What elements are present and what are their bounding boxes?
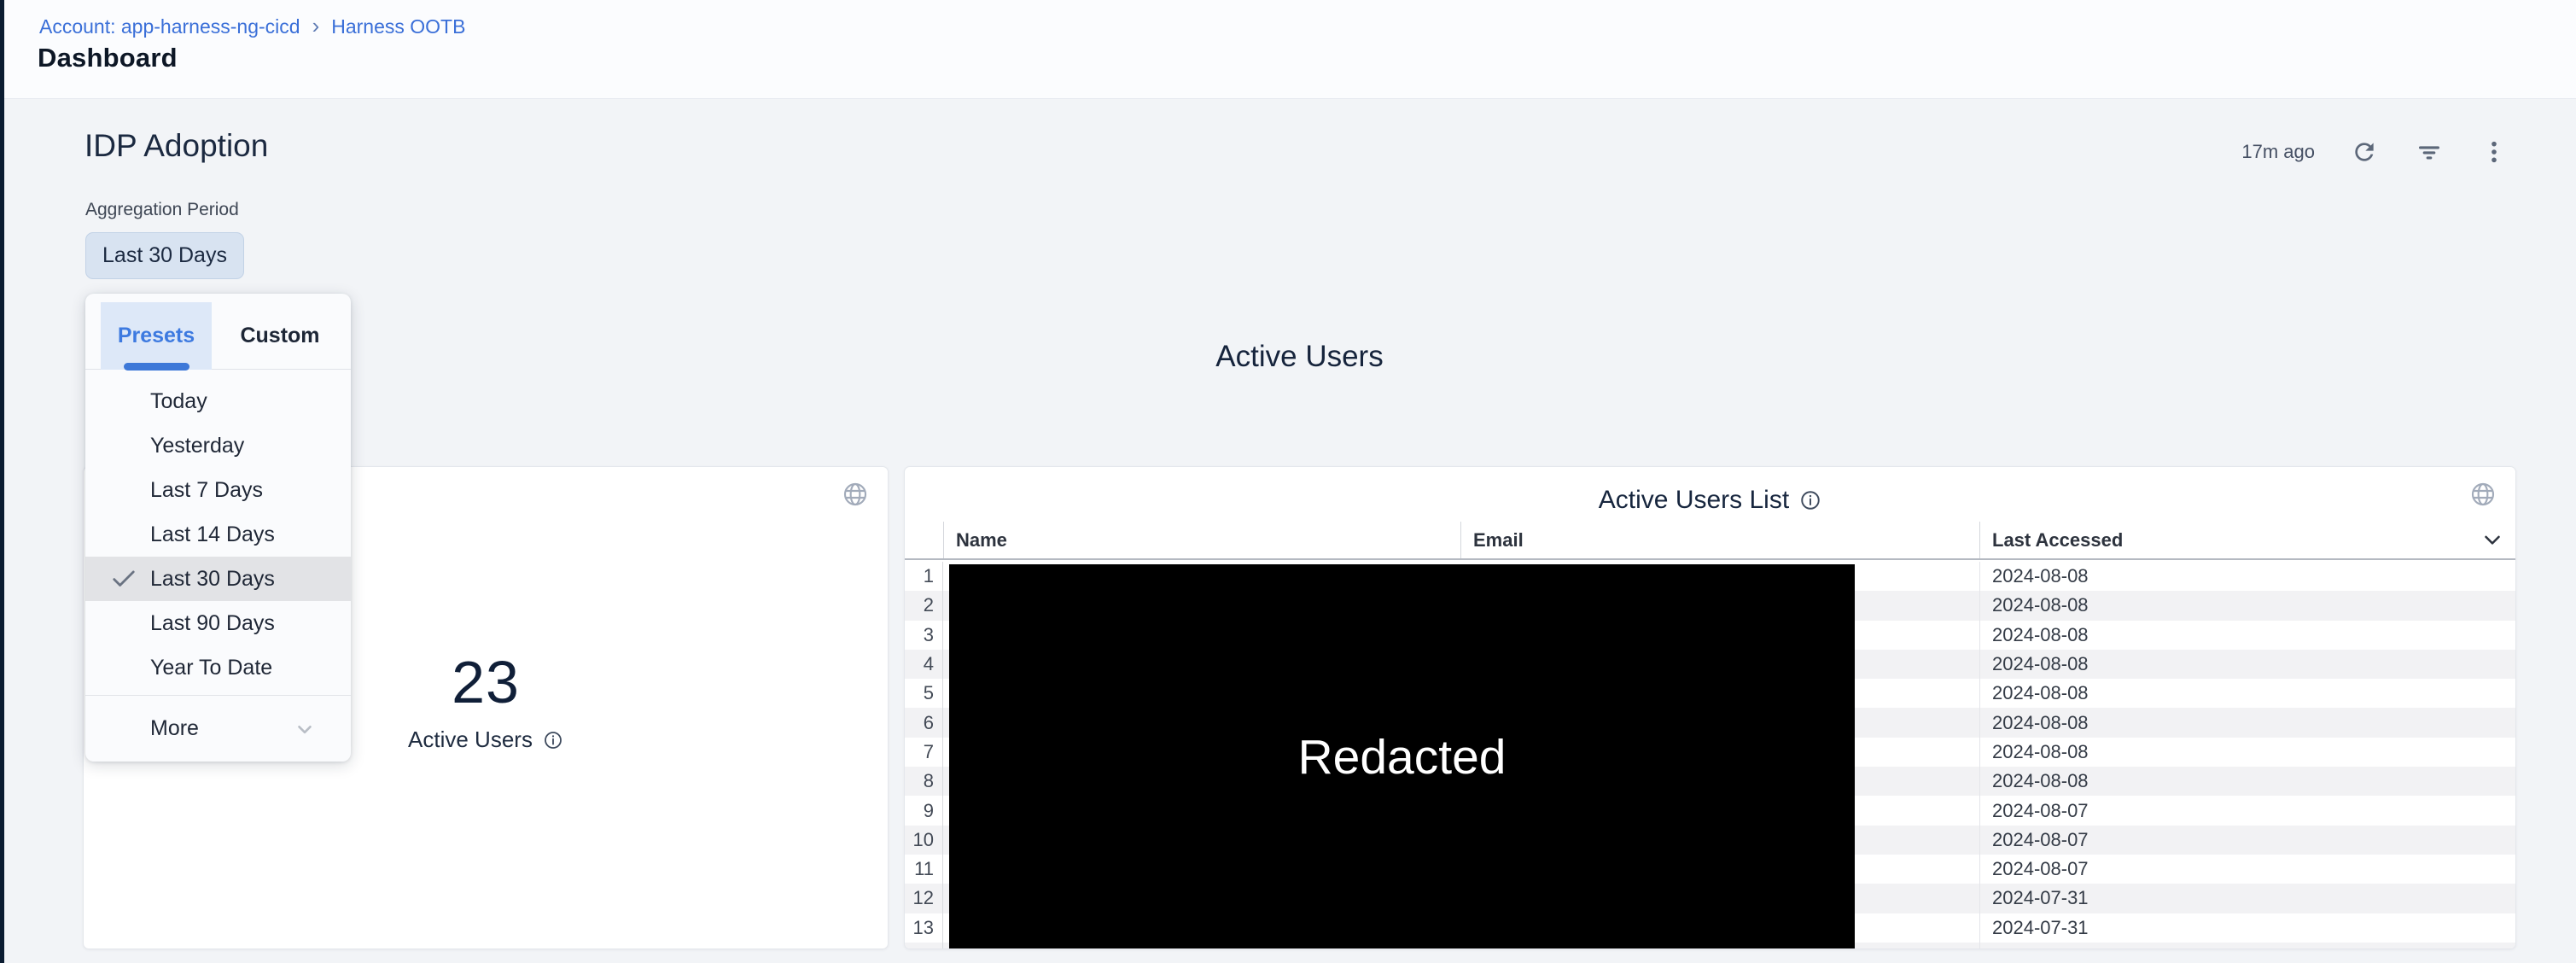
active-users-list-card: Active Users List Name Email Last Access… — [904, 466, 2516, 949]
table-title: Active Users List — [905, 486, 2515, 515]
preset-option-label: Last 90 Days — [150, 611, 275, 636]
breadcrumb: Account: app-harness-ng-cicd › Harness O… — [39, 15, 465, 38]
redacted-overlay: Redacted — [949, 564, 1855, 949]
row-number: 5 — [905, 679, 943, 708]
row-number-column-header — [905, 522, 943, 558]
info-icon[interactable] — [1799, 489, 1821, 511]
last-accessed-cell: 2024-08-07 — [1979, 826, 2515, 855]
dashboard-controls: 17m ago — [2241, 133, 2509, 171]
dashboard-title: IDP Adoption — [85, 128, 268, 164]
column-sort-chevron-icon[interactable] — [2480, 527, 2505, 557]
preset-option-label: Last 30 Days — [150, 567, 275, 592]
last-accessed-cell: 2024-08-07 — [1979, 796, 2515, 825]
last-accessed-cell: 2024-08-08 — [1979, 738, 2515, 767]
last-accessed-cell: 2024-08-08 — [1979, 708, 2515, 737]
last-accessed-cell: 2024-07-31 — [1979, 884, 2515, 913]
row-number: 1 — [905, 562, 943, 591]
globe-icon — [842, 481, 869, 512]
aggregation-period-label: Aggregation Period — [85, 200, 239, 220]
row-number: 10 — [905, 826, 943, 855]
left-nav-edge — [0, 0, 4, 963]
preset-option-label: Last 14 Days — [150, 522, 275, 547]
last-accessed-cell: 2024-08-08 — [1979, 679, 2515, 708]
tab-custom[interactable]: Custom — [229, 302, 331, 370]
last-accessed-cell: 2024-08-08 — [1979, 767, 2515, 796]
row-number: 3 — [905, 621, 943, 650]
row-number: 4 — [905, 650, 943, 679]
tile-label-text: Active Users — [408, 727, 533, 753]
table-title-text: Active Users List — [1599, 486, 1789, 515]
preset-option[interactable]: Last 14 Days — [85, 512, 351, 557]
preset-option[interactable]: Yesterday — [85, 423, 351, 468]
date-preset-dropdown: Presets Custom Today Yesterday — [85, 294, 351, 762]
aggregation-period-button[interactable]: Last 30 Days — [85, 232, 244, 279]
table-header: Name Email Last Accessed — [905, 522, 2515, 560]
last-accessed-cell: 2024-08-08 — [1979, 591, 2515, 620]
column-header-last-accessed[interactable]: Last Accessed — [1979, 522, 2515, 558]
preset-option[interactable]: Last 30 Days — [85, 557, 351, 601]
row-number: 11 — [905, 855, 943, 884]
row-number: 12 — [905, 884, 943, 913]
breadcrumb-current-link[interactable]: Harness OOTB — [331, 15, 465, 38]
last-accessed-cell: 2024-08-08 — [1979, 650, 2515, 679]
last-accessed-cell: 2024-07-30 — [1979, 943, 2515, 949]
preset-option-label: Yesterday — [150, 434, 244, 458]
preset-options-list: Today Yesterday Last 7 Days — [85, 379, 351, 690]
info-icon[interactable] — [543, 730, 563, 750]
preset-option[interactable]: Year To Date — [85, 645, 351, 690]
row-number: 9 — [905, 796, 943, 825]
preset-option[interactable]: Last 7 Days — [85, 468, 351, 512]
last-accessed-cell: 2024-08-08 — [1979, 562, 2515, 591]
preset-option-label: Today — [150, 389, 207, 414]
chevron-down-icon — [293, 718, 317, 746]
preset-option-label: Year To Date — [150, 656, 272, 680]
breadcrumb-account-link[interactable]: Account: app-harness-ng-cicd — [39, 15, 300, 38]
kebab-icon — [2480, 138, 2508, 166]
refresh-icon — [2351, 138, 2378, 166]
last-accessed-cell: 2024-07-31 — [1979, 913, 2515, 943]
more-label: More — [150, 716, 199, 741]
dropdown-tabs: Presets Custom — [85, 294, 351, 370]
row-number: 14 — [905, 943, 943, 949]
active-tab-underline — [124, 363, 189, 371]
row-number: 13 — [905, 913, 943, 943]
preset-option[interactable]: Today — [85, 379, 351, 423]
more-menu-button[interactable] — [2479, 137, 2509, 167]
last-updated-label: 17m ago — [2241, 141, 2315, 163]
row-number: 8 — [905, 767, 943, 796]
dashboard-screen: Account: app-harness-ng-cicd › Harness O… — [0, 0, 2576, 963]
section-title: Active Users — [83, 340, 2516, 374]
last-accessed-cell: 2024-08-07 — [1979, 855, 2515, 884]
row-number: 6 — [905, 708, 943, 737]
preset-option[interactable]: Last 90 Days — [85, 601, 351, 645]
filter-button[interactable] — [2414, 137, 2445, 167]
row-number: 7 — [905, 738, 943, 767]
last-accessed-cell: 2024-08-08 — [1979, 621, 2515, 650]
preset-option-label: Last 7 Days — [150, 478, 263, 503]
tab-presets[interactable]: Presets — [101, 302, 212, 370]
column-header-name[interactable]: Name — [943, 522, 1460, 558]
filter-icon — [2416, 138, 2443, 166]
page-title: Dashboard — [38, 43, 178, 73]
redacted-label: Redacted — [1297, 729, 1506, 785]
refresh-button[interactable] — [2349, 137, 2380, 167]
column-header-email[interactable]: Email — [1460, 522, 1979, 558]
breadcrumb-separator-icon: › — [312, 15, 320, 37]
check-icon — [111, 568, 137, 590]
row-number: 2 — [905, 591, 943, 620]
more-presets-button[interactable]: More — [85, 696, 351, 762]
